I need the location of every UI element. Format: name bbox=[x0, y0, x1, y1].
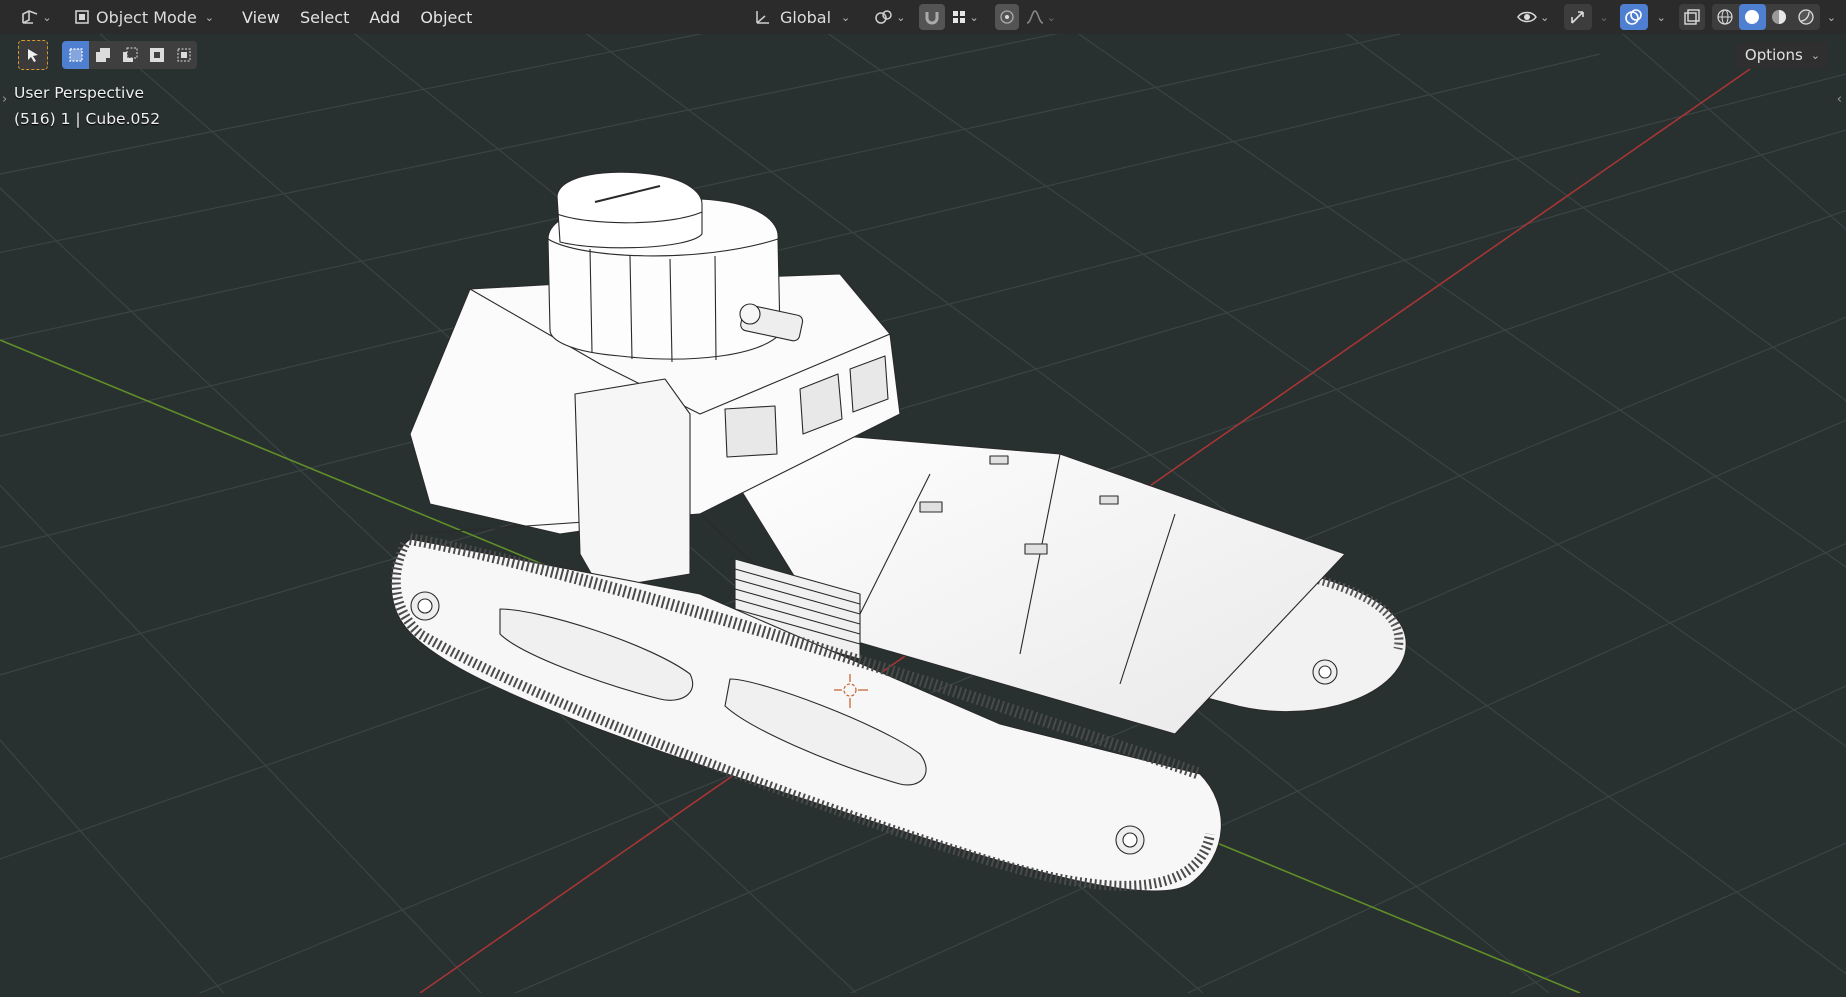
chevron-down-icon: ⌄ bbox=[204, 10, 215, 24]
selection-extend[interactable] bbox=[89, 41, 116, 69]
wireframe-sphere-icon bbox=[1717, 9, 1733, 25]
snap-target-dropdown[interactable]: ⌄ bbox=[947, 4, 982, 30]
select-invert-icon bbox=[149, 48, 164, 62]
header-center-tools: Global ⌄ ⌄ ⌄ ⌄ bbox=[748, 4, 1060, 30]
material-sphere-icon bbox=[1772, 10, 1787, 24]
select-subtract-icon bbox=[122, 47, 137, 62]
chevron-down-icon: ⌄ bbox=[1540, 10, 1550, 24]
menu-add[interactable]: Add bbox=[359, 4, 410, 30]
selection-invert[interactable] bbox=[143, 41, 170, 69]
rendered-sphere-icon bbox=[1798, 9, 1814, 25]
xray-icon bbox=[1684, 9, 1700, 25]
proportional-editing-icon bbox=[1000, 10, 1014, 24]
pivot-point-dropdown[interactable]: ⌄ bbox=[868, 4, 911, 30]
viewport-header: ⌄ Object Mode ⌄ View Select Add Object G… bbox=[0, 0, 1846, 34]
chevron-down-icon: ⌄ bbox=[841, 10, 851, 24]
shading-rendered[interactable] bbox=[1793, 4, 1820, 30]
menu-view[interactable]: View bbox=[232, 4, 290, 30]
shading-modes bbox=[1711, 4, 1820, 30]
gizmo-icon bbox=[1571, 11, 1585, 24]
tool-settings-bar bbox=[18, 40, 197, 70]
xray-toggle[interactable] bbox=[1678, 4, 1705, 30]
chevron-down-icon[interactable]: ⌄ bbox=[1599, 11, 1608, 24]
select-tool-button[interactable] bbox=[18, 40, 48, 70]
sidebar-expand-icon[interactable]: ‹ bbox=[1837, 92, 1842, 107]
selection-subtract[interactable] bbox=[116, 41, 143, 69]
toolbar-expand-icon[interactable]: › bbox=[2, 92, 7, 107]
overlays-toggle[interactable] bbox=[1619, 4, 1648, 30]
chevron-down-icon: ⌄ bbox=[896, 10, 906, 24]
options-dropdown[interactable]: Options ⌄ bbox=[1734, 42, 1828, 68]
chevron-down-icon[interactable]: ⌄ bbox=[1657, 11, 1666, 24]
selection-mode-group bbox=[62, 41, 197, 69]
visibility-dropdown[interactable]: ⌄ bbox=[1512, 4, 1553, 30]
select-new-icon bbox=[68, 48, 83, 62]
snap-grid-icon bbox=[953, 11, 966, 23]
object-mode-icon bbox=[75, 10, 89, 24]
orientation-axes-icon bbox=[756, 11, 769, 24]
shading-solid[interactable] bbox=[1738, 4, 1766, 30]
orientation-label: Global bbox=[780, 7, 832, 27]
menu-select[interactable]: Select bbox=[290, 4, 359, 30]
chevron-down-icon: ⌄ bbox=[1810, 48, 1820, 62]
editor-type-icon bbox=[22, 10, 38, 24]
3d-viewport[interactable] bbox=[0, 0, 1846, 997]
selection-intersect[interactable] bbox=[170, 41, 197, 69]
gizmo-toggle[interactable] bbox=[1564, 4, 1593, 30]
selection-set-new[interactable] bbox=[62, 41, 89, 69]
viewport-scene bbox=[0, 0, 1846, 997]
shading-wireframe[interactable] bbox=[1712, 4, 1739, 30]
snap-toggle[interactable] bbox=[919, 4, 946, 30]
overlays-icon bbox=[1624, 9, 1642, 25]
shading-material-preview[interactable] bbox=[1766, 4, 1793, 30]
transform-orientation-dropdown[interactable]: Global ⌄ bbox=[748, 4, 856, 30]
tank-model bbox=[390, 171, 1407, 892]
mode-label: Object Mode bbox=[96, 7, 197, 27]
eye-icon bbox=[1517, 11, 1538, 23]
pivot-link-icon bbox=[875, 10, 893, 24]
proportional-editing-toggle[interactable] bbox=[994, 4, 1019, 30]
chevron-down-icon: ⌄ bbox=[42, 10, 52, 24]
header-right-tools: ⌄ ⌄ ⌄ ⌄ bbox=[1512, 4, 1836, 30]
chevron-down-icon[interactable]: ⌄ bbox=[1827, 11, 1836, 24]
mode-selector[interactable]: Object Mode ⌄ bbox=[68, 4, 223, 30]
chevron-down-icon: ⌄ bbox=[1046, 10, 1056, 24]
options-label: Options bbox=[1744, 46, 1803, 64]
falloff-dropdown[interactable]: ⌄ bbox=[1021, 4, 1060, 30]
view-name-label: User Perspective bbox=[14, 84, 145, 102]
falloff-curve-icon bbox=[1026, 10, 1043, 24]
menu-object[interactable]: Object bbox=[410, 4, 482, 30]
solid-sphere-icon bbox=[1745, 10, 1760, 24]
select-intersect-icon bbox=[177, 48, 190, 62]
cursor-arrow-icon bbox=[28, 49, 38, 62]
chevron-down-icon: ⌄ bbox=[969, 10, 979, 24]
select-extend-icon bbox=[95, 48, 110, 62]
magnet-icon bbox=[925, 12, 939, 25]
editor-type-button[interactable]: ⌄ bbox=[16, 4, 56, 30]
object-info-label: (516) 1 | Cube.052 bbox=[14, 110, 161, 128]
